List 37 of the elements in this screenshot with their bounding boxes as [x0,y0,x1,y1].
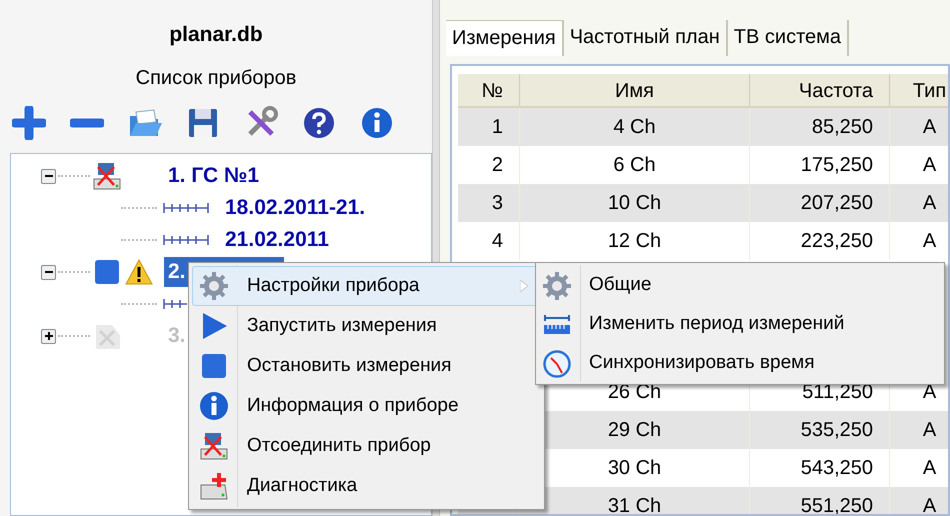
menu-item[interactable]: Общие [539,266,941,305]
table-cell: A [890,222,948,260]
menu-item[interactable]: Изменить период измерений [539,305,941,344]
tab[interactable]: Частотный план [564,20,728,56]
column-header[interactable]: Частота [750,74,890,106]
column-header[interactable]: Тип [890,74,948,106]
clock-icon [542,348,572,378]
tab[interactable]: Измерения [446,20,564,56]
ruler-icon [163,296,187,312]
gear-icon [199,271,229,301]
panel-subtitle: Список приборов [134,66,298,91]
stop-icon [199,351,229,381]
drive-plus-icon [199,471,229,501]
column-header[interactable]: № [458,74,520,106]
table-cell: 4 [458,222,520,260]
info-icon[interactable] [360,106,394,140]
disconnected-computer-icon [199,431,229,461]
tree-item[interactable]: 21.02.2011 [225,225,329,255]
stop-icon [92,257,122,287]
warning-icon [125,259,153,285]
table-cell: A [890,487,948,514]
tree-item[interactable]: 18.02.2011-21. [225,193,366,223]
info-icon [199,391,229,421]
database-title: planar.db [168,22,264,48]
ruler-icon [163,200,209,216]
collapse-toggle[interactable] [41,264,56,280]
add-icon[interactable] [12,106,46,140]
save-icon[interactable] [186,106,220,140]
tree-node[interactable]: 1. ГС №1 [164,161,264,191]
table-cell: 12 Ch [520,222,750,260]
table-cell: 223,250 [750,222,890,260]
column-header[interactable]: Имя [520,74,750,106]
help-icon[interactable] [302,106,336,140]
disconnected-computer-icon [92,161,122,191]
ruler-icon [163,232,209,248]
collapse-toggle[interactable] [41,168,56,184]
gear-icon [542,270,572,300]
